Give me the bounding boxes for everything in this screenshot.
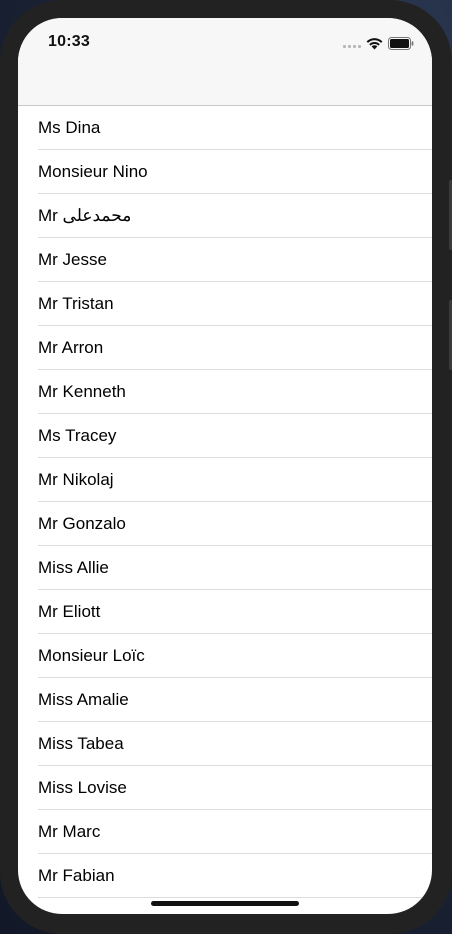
list-item[interactable]: Miss Amalie: [18, 678, 432, 722]
list-item[interactable]: Mr Eliott: [18, 590, 432, 634]
list-item-label: Mr Eliott: [38, 602, 101, 621]
status-icons: [343, 36, 414, 50]
list-item-label: Mr Fabian: [38, 866, 115, 885]
list-item-label: Miss Lovise: [38, 778, 127, 797]
list-item-label: Mr Kenneth: [38, 382, 126, 401]
list-item[interactable]: Monsieur Loïc: [18, 634, 432, 678]
list-item-label: Mr Tristan: [38, 294, 114, 313]
list-item-label: Mr Arron: [38, 338, 104, 357]
app-screen: 10:33 Ms Dina Monsieur Nino Mr محمدعلی M…: [18, 18, 432, 914]
list-item-label: Mr Gonzalo: [38, 514, 126, 533]
list-item[interactable]: Miss Allie: [18, 546, 432, 590]
list-item[interactable]: Miss Tabea: [18, 722, 432, 766]
list-item-label: Miss Amalie: [38, 690, 129, 709]
list-item-label: Monsieur Loïc: [38, 646, 145, 665]
list-item[interactable]: Mr Jesse: [18, 238, 432, 282]
list-item-label: Miss Allie: [38, 558, 109, 577]
names-list: Ms Dina Monsieur Nino Mr محمدعلی Mr Jess…: [18, 106, 432, 898]
list-item-label: Miss Tabea: [38, 734, 124, 753]
list-item-label: Mr Marc: [38, 822, 101, 841]
status-bar: 10:33: [18, 18, 432, 62]
cellular-signal-icon: [343, 38, 361, 48]
list-item[interactable]: Monsieur Nino: [18, 150, 432, 194]
list-item[interactable]: Mr Marc: [18, 810, 432, 854]
row-separator: [38, 897, 432, 898]
list-item[interactable]: Mr Gonzalo: [18, 502, 432, 546]
status-time: 10:33: [48, 33, 90, 50]
list-item[interactable]: Mr Arron: [18, 326, 432, 370]
wifi-icon: [366, 37, 383, 49]
list-item[interactable]: Mr Nikolaj: [18, 458, 432, 502]
list-item[interactable]: Miss Lovise: [18, 766, 432, 810]
list-item-label: Mr Jesse: [38, 250, 107, 269]
list-item[interactable]: Ms Dina: [18, 106, 432, 150]
list-item-label: Mr Nikolaj: [38, 470, 114, 489]
battery-icon: [388, 36, 414, 50]
list-item[interactable]: Mr محمدعلی: [18, 194, 432, 238]
list-item-label: Monsieur Nino: [38, 162, 148, 181]
list-item[interactable]: Mr Tristan: [18, 282, 432, 326]
list-item[interactable]: Mr Kenneth: [18, 370, 432, 414]
list-item[interactable]: Mr Fabian: [18, 854, 432, 898]
list-item-label: Ms Tracey: [38, 426, 117, 445]
list-item-label: Mr محمدعلی: [38, 206, 132, 225]
list-item-label: Ms Dina: [38, 118, 101, 137]
list-item[interactable]: Ms Tracey: [18, 414, 432, 458]
home-indicator[interactable]: [151, 901, 299, 906]
